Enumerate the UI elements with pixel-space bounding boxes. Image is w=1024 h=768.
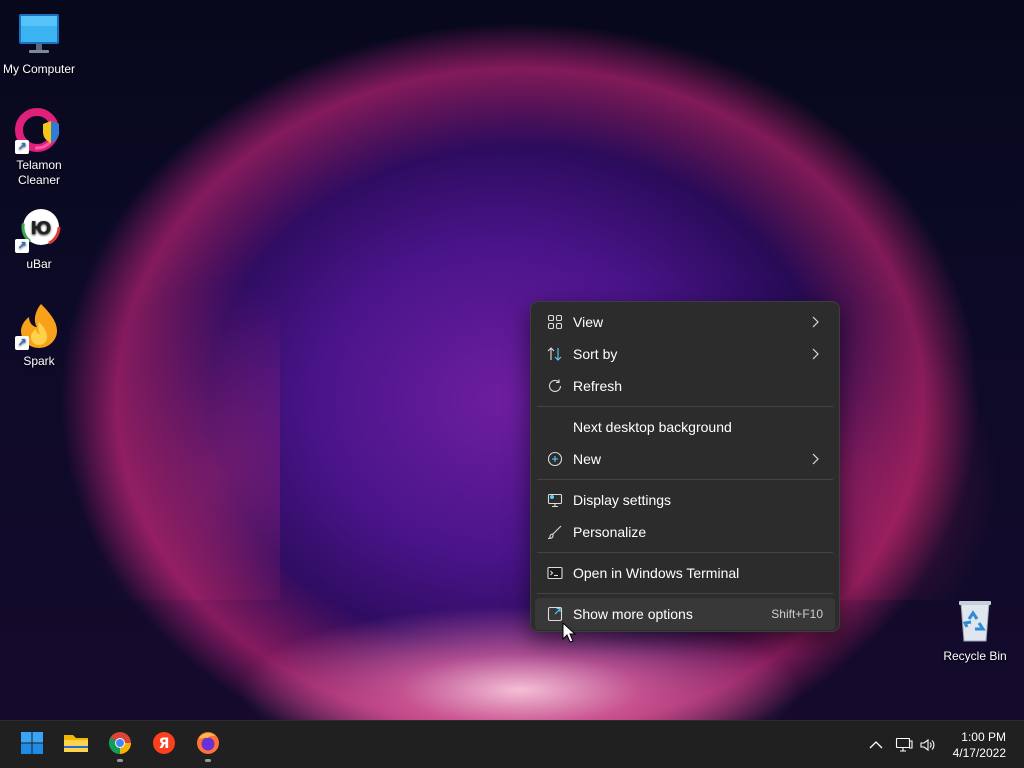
menu-item-label: Refresh	[573, 378, 623, 394]
keyboard-shortcut: Shift+F10	[771, 607, 823, 621]
recycle-bin-icon	[951, 597, 999, 645]
menu-item-refresh[interactable]: Refresh	[535, 370, 835, 402]
menu-item-label: Sort by	[573, 346, 618, 362]
network-icon[interactable]	[894, 735, 914, 755]
menu-item-label: View	[573, 314, 604, 330]
clock-date: 4/17/2022	[952, 746, 1006, 760]
show-hidden-icons-chevron-up-icon[interactable]	[866, 735, 886, 755]
menu-separator	[537, 479, 833, 480]
chevron-right-icon	[809, 314, 821, 330]
desktop-icon-ubar[interactable]: Ю ↗ uBar	[0, 205, 78, 272]
spark-icon: ↗	[15, 302, 63, 350]
menu-item-open-in-windows-terminal[interactable]: Open in Windows Terminal	[535, 557, 835, 589]
chrome-icon	[108, 731, 132, 760]
plus-circle-icon	[547, 451, 563, 467]
menu-separator	[537, 406, 833, 407]
clock-time: 1:00 PM	[961, 730, 1006, 744]
brush-icon	[547, 524, 563, 540]
menu-separator	[537, 552, 833, 553]
start-button[interactable]	[12, 727, 52, 763]
shortcut-arrow-icon: ↗	[15, 336, 29, 350]
terminal-icon	[547, 565, 563, 581]
menu-item-personalize[interactable]: Personalize	[535, 516, 835, 548]
chevron-right-icon	[809, 451, 821, 467]
desktop-icon-telamon-cleaner[interactable]: ↗ Telamon Cleaner	[0, 106, 78, 188]
shortcut-arrow-icon: ↗	[15, 140, 29, 154]
expand-icon	[547, 606, 563, 622]
folder-icon	[63, 732, 89, 759]
taskbar-chrome[interactable]	[100, 727, 140, 763]
desktop-icon-label: Spark	[23, 354, 55, 368]
desktop-icon-label: Recycle Bin	[943, 649, 1007, 663]
grid-icon	[547, 314, 563, 330]
menu-item-label: Display settings	[573, 492, 672, 508]
menu-item-sort-by[interactable]: Sort by	[535, 338, 835, 370]
desktop-context-menu: View Sort by Refresh Next desktop backgr…	[530, 301, 840, 632]
desktop-icon-spark[interactable]: ↗ Spark	[0, 302, 78, 369]
taskbar-file-explorer[interactable]	[56, 727, 96, 763]
menu-item-next-desktop-background[interactable]: Next desktop background	[535, 411, 835, 443]
menu-item-show-more-options[interactable]: Show more options Shift+F10	[535, 598, 835, 630]
display-settings-icon	[547, 492, 563, 508]
windows-logo-icon	[20, 731, 44, 760]
taskbar-clock[interactable]: 1:00 PM 4/17/2022	[936, 729, 1006, 761]
desktop-icon-label: Telamon Cleaner	[16, 158, 62, 187]
firefox-icon	[196, 731, 220, 760]
taskbar: Я 1:00 PM 4/17/2022	[0, 720, 1024, 768]
svg-text:Ю: Ю	[30, 218, 51, 239]
running-indicator	[205, 759, 211, 762]
refresh-icon	[547, 378, 563, 394]
menu-item-view[interactable]: View	[535, 306, 835, 338]
menu-item-label: New	[573, 451, 602, 467]
mouse-cursor-icon	[562, 621, 577, 644]
desktop-background[interactable]: My Computer ↗ Telamon Cleaner Ю ↗ uBar ↗…	[0, 0, 1024, 720]
volume-icon[interactable]	[918, 735, 938, 755]
desktop-icon-label: uBar	[26, 257, 52, 271]
menu-item-new[interactable]: New	[535, 443, 835, 475]
menu-item-label: Open in Windows Terminal	[573, 565, 740, 581]
running-indicator	[117, 759, 123, 762]
shortcut-arrow-icon: ↗	[15, 239, 29, 253]
menu-item-label: Personalize	[573, 524, 647, 540]
sort-arrows-icon	[547, 346, 563, 362]
desktop-icon-my-computer[interactable]: My Computer	[0, 10, 78, 77]
svg-text:Я: Я	[159, 736, 170, 752]
taskbar-firefox[interactable]	[188, 727, 228, 763]
taskbar-yandex[interactable]: Я	[144, 727, 184, 763]
menu-separator	[537, 593, 833, 594]
chevron-right-icon	[809, 346, 821, 362]
ubar-icon: Ю ↗	[15, 205, 63, 253]
desktop-icon-recycle-bin[interactable]: Recycle Bin	[936, 597, 1014, 664]
wallpaper-glow-left	[80, 280, 280, 600]
yandex-icon: Я	[152, 731, 176, 760]
telamon-cleaner-icon: ↗	[15, 106, 63, 154]
desktop-icon-label: My Computer	[2, 62, 76, 76]
menu-item-label: Next desktop background	[573, 419, 732, 435]
menu-item-label: Show more options	[573, 606, 693, 622]
monitor-icon	[15, 10, 63, 58]
menu-item-display-settings[interactable]: Display settings	[535, 484, 835, 516]
